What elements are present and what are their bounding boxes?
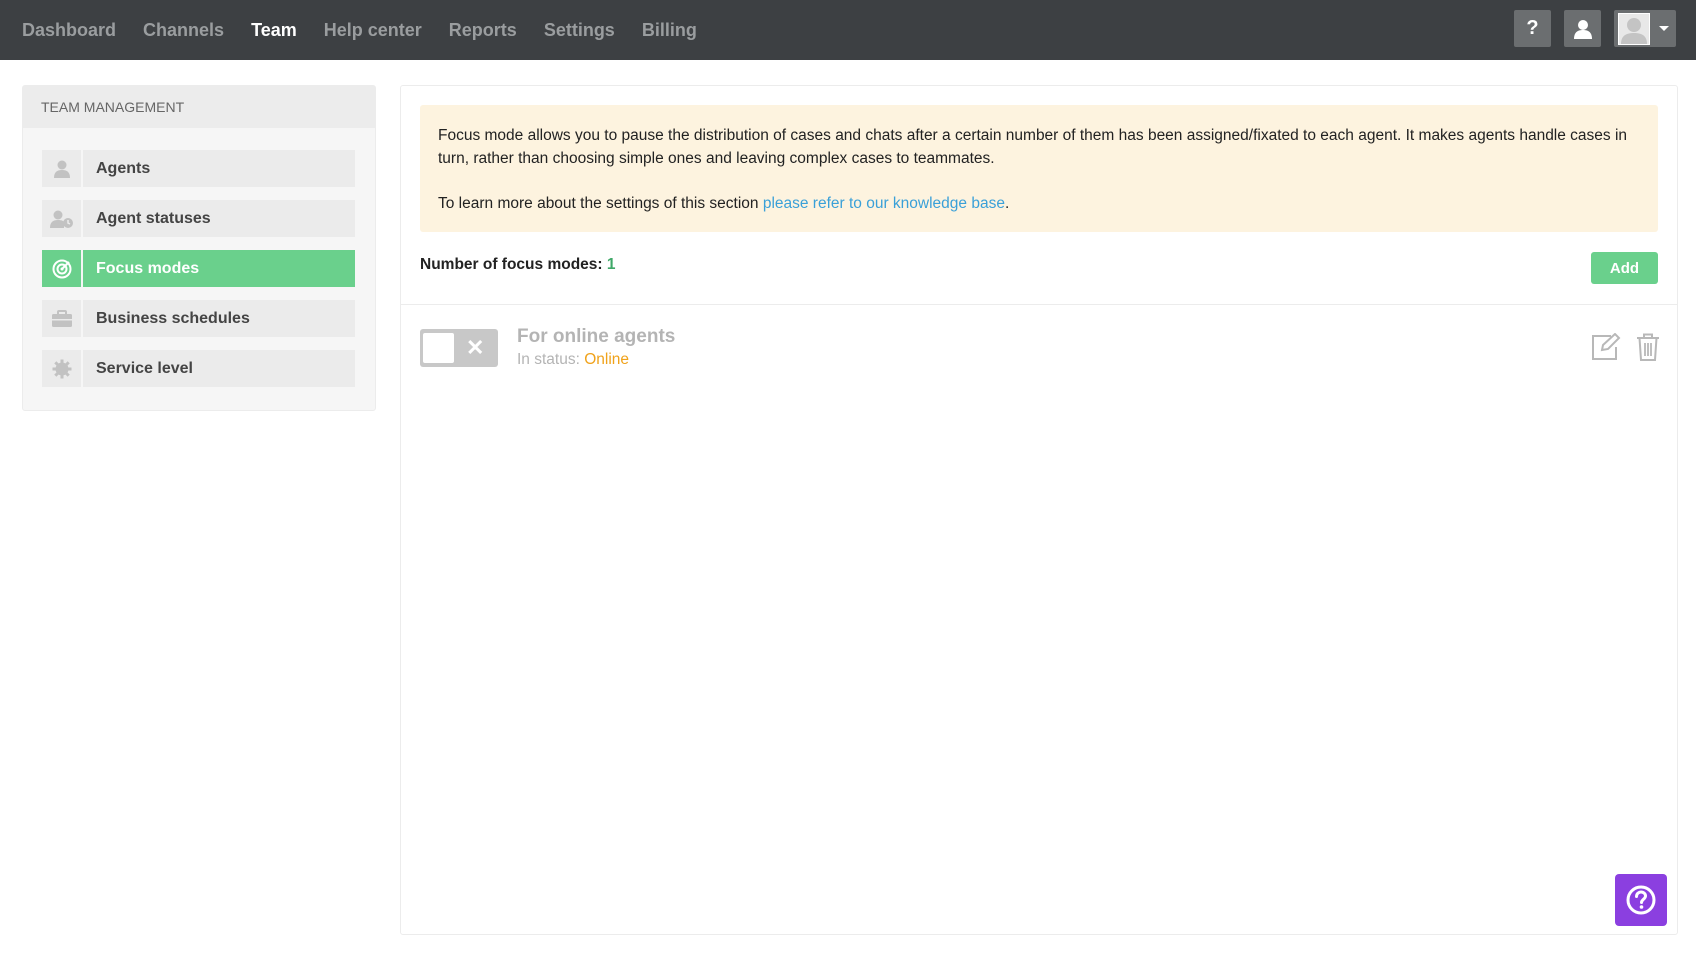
focus-mode-toggle[interactable]: ✕: [420, 329, 498, 367]
trash-icon[interactable]: [1636, 333, 1660, 361]
floating-help-button[interactable]: [1615, 874, 1667, 926]
info-notice: Focus mode allows you to pause the distr…: [420, 105, 1658, 232]
notice-learn-more: To learn more about the settings of this…: [438, 192, 1640, 215]
divider: [401, 304, 1677, 305]
focus-modes-count: Number of focus modes: 1: [420, 256, 616, 274]
main-panel: Focus mode allows you to pause the distr…: [400, 85, 1678, 935]
add-focus-mode-button[interactable]: Add: [1591, 252, 1658, 284]
notice-learn-more-text: To learn more about the settings of this…: [438, 195, 763, 212]
sidebar-item-agents[interactable]: Agents: [42, 150, 355, 187]
sidebar-item-business-schedules[interactable]: Business schedules: [42, 300, 355, 337]
nav-billing[interactable]: Billing: [642, 20, 697, 41]
nav-settings[interactable]: Settings: [544, 20, 615, 41]
sidebar-item-agent-statuses[interactable]: Agent statuses: [42, 200, 355, 237]
user-profile-button[interactable]: [1564, 10, 1601, 47]
account-menu-button[interactable]: [1614, 10, 1676, 47]
avatar-placeholder-icon: [1621, 17, 1647, 44]
sidebar-item-focus-modes[interactable]: Focus modes: [42, 250, 355, 287]
question-icon: ?: [1526, 17, 1539, 39]
edit-icon[interactable]: [1591, 333, 1621, 361]
chevron-down-icon: [1659, 26, 1669, 31]
sidebar-item-label: Agents: [83, 150, 355, 187]
nav-team[interactable]: Team: [251, 20, 297, 41]
sidebar-header: TEAM MANAGEMENT: [23, 86, 375, 128]
focus-mode-status: In status: Online: [517, 351, 629, 369]
sidebar-item-label: Focus modes: [83, 250, 355, 287]
nav-channels[interactable]: Channels: [143, 20, 224, 41]
sidebar-list: Agents Agent statuses Focus modes Busine…: [23, 128, 375, 387]
focus-mode-row: ✕ For online agents In status: Online: [420, 323, 1660, 373]
focus-mode-status-value: Online: [584, 351, 630, 368]
sidebar: TEAM MANAGEMENT Agents Agent statuses Fo…: [22, 85, 376, 411]
nav-reports[interactable]: Reports: [449, 20, 517, 41]
target-icon: [52, 259, 71, 278]
sidebar-item-label: Agent statuses: [83, 200, 355, 237]
top-navigation-bar: Dashboard Channels Team Help center Repo…: [0, 0, 1696, 60]
user-clock-icon: [49, 210, 73, 228]
avatar: [1618, 12, 1650, 45]
notice-description: Focus mode allows you to pause the distr…: [438, 127, 1628, 167]
sidebar-item-label: Business schedules: [83, 300, 355, 337]
help-button[interactable]: ?: [1514, 10, 1551, 47]
focus-mode-status-label: In status:: [517, 351, 580, 368]
focus-modes-count-label: Number of focus modes:: [420, 256, 603, 273]
question-circle-icon: [1626, 885, 1656, 915]
notice-period: .: [1004, 195, 1010, 212]
main-nav: Dashboard Channels Team Help center Repo…: [22, 0, 724, 60]
sidebar-item-label: Service level: [83, 350, 355, 387]
focus-mode-title: For online agents: [517, 326, 676, 347]
knowledge-base-link[interactable]: please refer to our knowledge base: [763, 195, 1005, 212]
close-icon: ✕: [466, 335, 485, 360]
sidebar-item-service-level[interactable]: Service level: [42, 350, 355, 387]
toggle-knob: [423, 333, 454, 363]
nav-dashboard[interactable]: Dashboard: [22, 20, 116, 41]
user-icon: [1573, 19, 1592, 39]
gear-icon: [52, 359, 71, 378]
user-icon: [53, 160, 70, 178]
nav-help-center[interactable]: Help center: [324, 20, 422, 41]
briefcase-icon: [51, 310, 72, 327]
focus-modes-count-value: 1: [606, 256, 616, 273]
